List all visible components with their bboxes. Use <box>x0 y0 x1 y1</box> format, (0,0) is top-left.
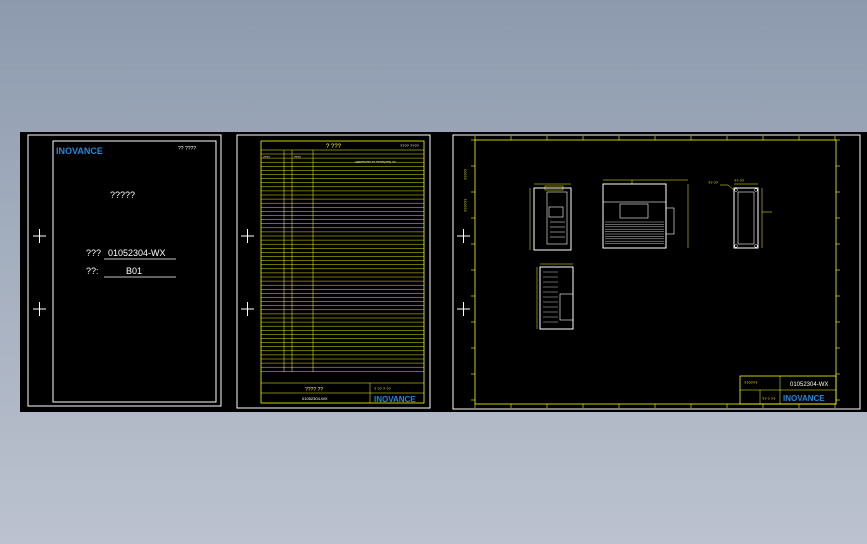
revision-row-value: A0R?????? ?? ?????(???) ?? <box>355 160 396 164</box>
drive-side-view[interactable] <box>602 179 689 249</box>
side-label-top: ????? <box>463 168 468 180</box>
border-ticks <box>471 136 840 408</box>
cover-version-value: B01 <box>126 266 142 276</box>
title-block[interactable]: ?????? 01052304-WX ?? ? ?? INOVANCE <box>739 375 837 405</box>
title-block-mid: ?? ? ?? <box>762 396 776 401</box>
title-block-logo: INOVANCE <box>783 394 825 403</box>
title-block-code: 01052304-WX <box>790 382 828 388</box>
revision-header-right: ???? ???? <box>400 143 420 148</box>
title-block-label: ?????? <box>744 380 758 385</box>
crosshair-marker <box>241 229 254 316</box>
dimension-label: ?? ?? <box>708 180 719 185</box>
cad-layout-svg: INOVANCE ?? ???? ????? ??? 01052304-WX ?… <box>27 134 861 410</box>
cover-part-value: 01052304-WX <box>108 248 166 258</box>
drive-front-view[interactable] <box>529 183 572 251</box>
revision-footer-code: 01052304-WX <box>302 396 328 401</box>
side-label-mid: ?????? <box>463 198 468 212</box>
cad-drawing-canvas[interactable]: INOVANCE ?? ???? ????? ??? 01052304-WX ?… <box>20 132 867 412</box>
revision-table-lines <box>261 153 424 372</box>
drive-top-view[interactable] <box>536 263 574 330</box>
dimension-label: ?? ?? <box>734 178 745 183</box>
drive-rear-view[interactable]: ?? ?? ?? ?? <box>708 178 772 249</box>
revision-logo: INOVANCE <box>374 395 416 404</box>
revision-row-value: ???? <box>294 155 301 159</box>
sheet-cover[interactable]: INOVANCE ?? ???? ????? ??? 01052304-WX ?… <box>27 134 222 407</box>
revision-header-title: ? ??? <box>326 144 342 150</box>
crosshair-marker <box>457 229 470 316</box>
crosshair-marker <box>33 229 46 316</box>
top-vent-grid <box>543 271 558 323</box>
cover-part-label: ??? <box>86 248 101 258</box>
cover-top-right-text: ?? ???? <box>178 146 196 152</box>
cover-logo: INOVANCE <box>56 146 103 156</box>
revision-footer-label: ???? ?? <box>305 387 323 393</box>
revision-row-value: ???? <box>263 155 270 159</box>
sheet-outline-drawing[interactable]: ????? ?????? ?? ?? ?? ?? ?????? 01052304… <box>452 134 861 410</box>
cover-version-label: ??: <box>86 266 99 276</box>
sheet-revision-record[interactable]: ? ??? ???? ???? ???? ???? A0R?????? ?? ?… <box>236 134 431 409</box>
heatsink-fins <box>605 221 664 244</box>
revision-footer-page: ? ?? ? ?? <box>374 386 391 391</box>
cover-title: ????? <box>110 190 135 200</box>
